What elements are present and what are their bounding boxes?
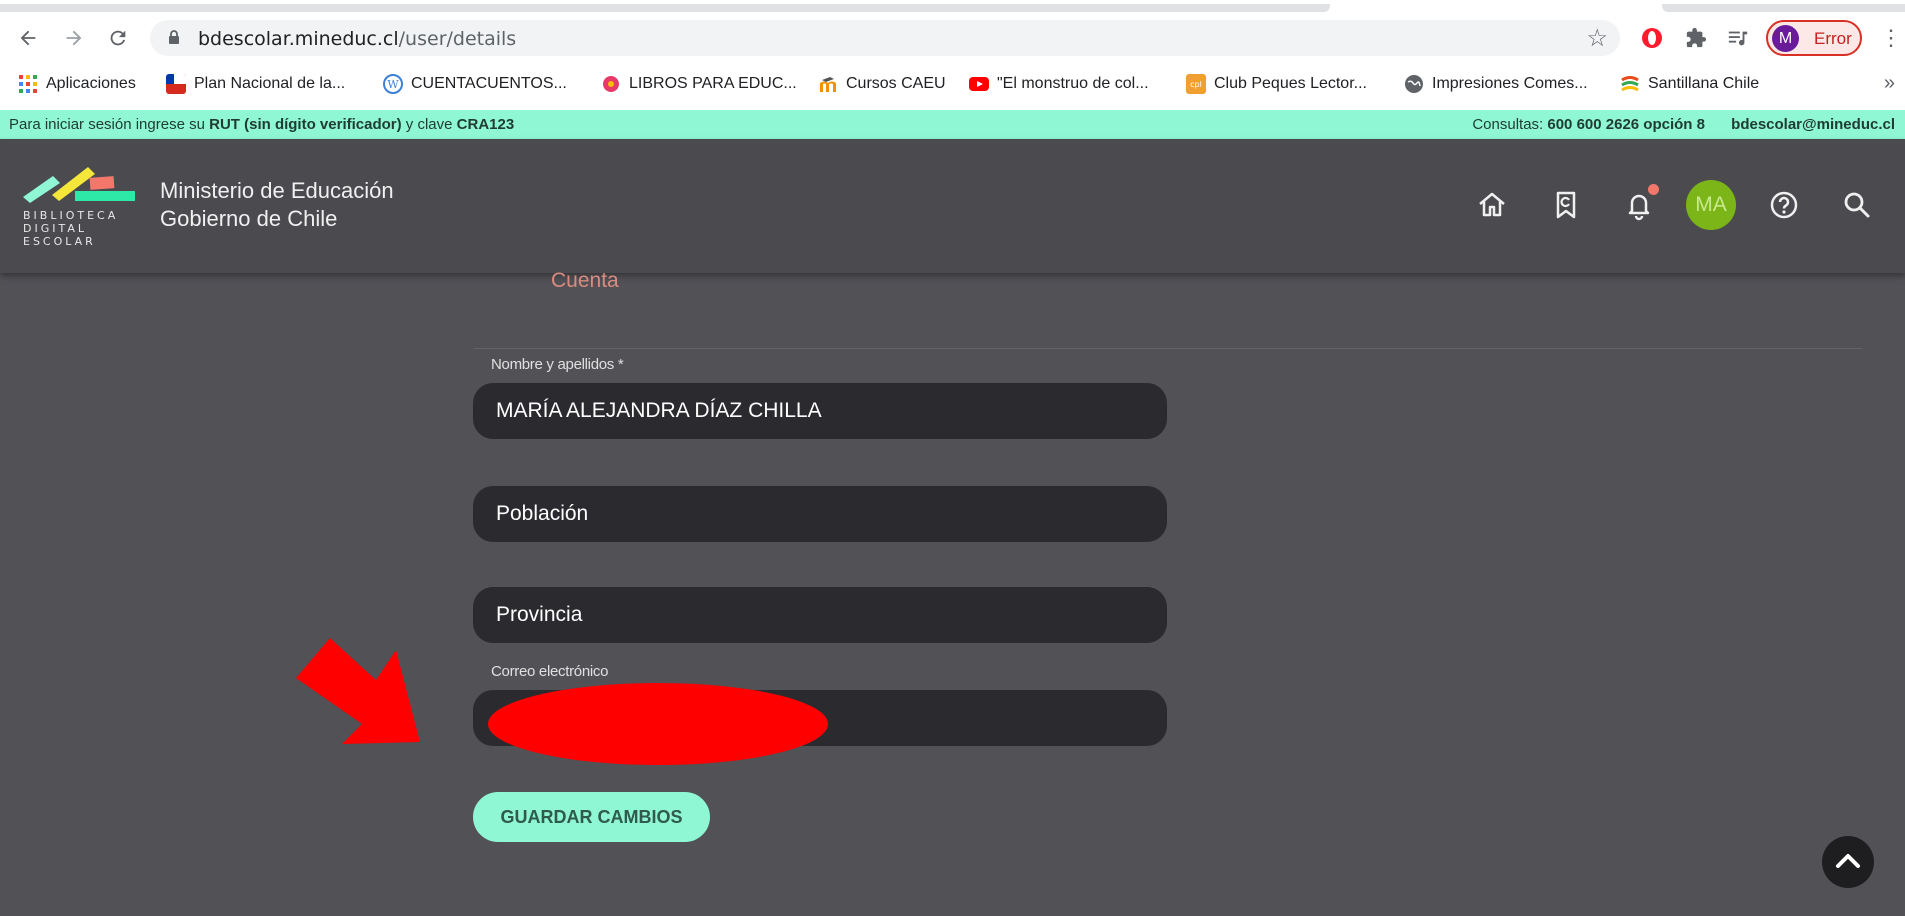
poblacion-field[interactable]: Población: [473, 486, 1167, 542]
tab-edge[interactable]: [0, 4, 1330, 12]
reload-icon[interactable]: [102, 22, 134, 54]
browser-chrome: bdescolar.mineduc.cl/user/details ☆ M Er…: [0, 0, 1905, 110]
search-icon[interactable]: [1837, 185, 1877, 225]
moodle-icon: [820, 77, 836, 92]
media-queue-icon[interactable]: [1722, 22, 1754, 54]
bookmark-label: Aplicaciones: [46, 75, 136, 92]
bookmark-label: Club Peques Lector...: [1214, 75, 1367, 92]
bookmark-label: "El monstruo de col...: [997, 75, 1149, 92]
bookmark-label: LIBROS PARA EDUC...: [629, 75, 797, 92]
globe-icon: [1405, 75, 1423, 93]
email-field-label: Correo electrónico: [491, 663, 609, 680]
login-notice-bar: Para iniciar sesión ingrese su RUT (sin …: [0, 110, 1905, 139]
section-divider: [474, 348, 1862, 349]
youtube-icon: [969, 77, 989, 91]
user-avatar[interactable]: MA: [1686, 180, 1736, 230]
opera-extension-icon[interactable]: [1636, 22, 1668, 54]
forward-icon[interactable]: [58, 22, 90, 54]
contact-email[interactable]: bdescolar@mineduc.cl: [1731, 116, 1895, 133]
flower-icon: [603, 76, 619, 92]
profile-button[interactable]: M Error: [1766, 20, 1862, 56]
name-field-label: Nombre y apellidos *: [491, 356, 624, 373]
bookmark-label: Santillana Chile: [1648, 75, 1760, 92]
poblacion-value: Población: [496, 502, 589, 525]
svg-text:cpl: cpl: [1190, 80, 1202, 89]
browser-toolbar: bdescolar.mineduc.cl/user/details ☆ M Er…: [0, 14, 1905, 62]
profile-avatar: M: [1772, 25, 1799, 52]
scroll-to-top-button[interactable]: [1822, 836, 1874, 888]
contact-phone: 600 600 2626 opción 8: [1547, 116, 1705, 133]
help-icon[interactable]: [1764, 185, 1804, 225]
red-arrow-annotation: [296, 638, 420, 744]
tab-strip: [0, 0, 1905, 14]
url-text: bdescolar.mineduc.cl/user/details: [198, 28, 517, 50]
bookmark-aplicaciones[interactable]: Aplicaciones: [18, 72, 136, 96]
bookmark-label: CUENTACUENTOS...: [411, 75, 567, 92]
bookmark-monstruo[interactable]: "El monstruo de col...: [969, 72, 1149, 96]
lock-icon: [169, 30, 179, 44]
profile-error-label: Error: [1814, 29, 1852, 48]
bookmarks-bar: Aplicaciones Plan Nacional de la... W CU…: [0, 64, 1905, 104]
ministry-title: Ministerio de Educación Gobierno de Chil…: [160, 178, 394, 231]
svg-text:W: W: [387, 78, 399, 91]
chevron-up-icon: [1836, 854, 1860, 868]
name-value: MARÍA ALEJANDRA DÍAZ CHILLA: [496, 399, 822, 422]
bookmark-santillana[interactable]: Santillana Chile: [1620, 72, 1759, 96]
extensions-puzzle-icon[interactable]: [1680, 22, 1712, 54]
bookmark-club-peques[interactable]: cpl Club Peques Lector...: [1186, 72, 1367, 96]
bookmark-libros[interactable]: LIBROS PARA EDUC...: [601, 72, 797, 96]
name-field[interactable]: MARÍA ALEJANDRA DÍAZ CHILLA: [473, 383, 1167, 439]
save-changes-button[interactable]: GUARDAR CAMBIOS: [473, 792, 710, 842]
provincia-value: Provincia: [496, 603, 583, 626]
bookmark-cursos-caeu[interactable]: Cursos CAEU: [818, 72, 946, 96]
site-header: BIBLIOTECA DIGITAL ESCOLAR Ministerio de…: [0, 139, 1905, 273]
login-instructions: Para iniciar sesión ingrese su RUT (sin …: [9, 116, 515, 133]
address-bar[interactable]: bdescolar.mineduc.cl/user/details ☆: [150, 20, 1620, 56]
provincia-field[interactable]: Provincia: [473, 587, 1167, 643]
santillana-icon: [1621, 76, 1639, 92]
bookmark-cuentacuentos[interactable]: W CUENTACUENTOS...: [383, 72, 567, 96]
biblioteca-wordmark: BIBLIOTECA DIGITAL ESCOLAR: [23, 209, 119, 248]
more-bookmarks-icon[interactable]: »: [1884, 72, 1895, 95]
tab-edge-right[interactable]: [1662, 4, 1905, 12]
bookmark-label: Cursos CAEU: [846, 75, 946, 92]
contact-info: Consultas: 600 600 2626 opción 8 bdescol…: [1472, 116, 1895, 133]
home-icon[interactable]: [1472, 185, 1512, 225]
club-icon: cpl: [1186, 74, 1206, 94]
bookmark-impresiones[interactable]: Impresiones Comes...: [1404, 72, 1588, 96]
apps-grid-icon: [19, 75, 37, 93]
bookmark-plan-nacional[interactable]: Plan Nacional de la...: [166, 72, 345, 96]
bookmark-label: Impresiones Comes...: [1432, 75, 1588, 92]
redaction-ellipse: [488, 683, 828, 765]
back-icon[interactable]: [12, 22, 44, 54]
notification-badge: [1648, 184, 1659, 195]
biblioteca-logo-icon[interactable]: [20, 161, 140, 206]
bookmark-list-icon[interactable]: [1546, 185, 1586, 225]
bookmark-star-icon[interactable]: ☆: [1586, 24, 1608, 53]
bookmark-label: Plan Nacional de la...: [194, 75, 346, 92]
tab-cuenta[interactable]: Cuenta: [551, 269, 619, 293]
browser-menu-icon[interactable]: ⋮: [1880, 22, 1902, 54]
wordpress-icon: W: [383, 74, 403, 94]
flag-icon: [166, 74, 186, 94]
